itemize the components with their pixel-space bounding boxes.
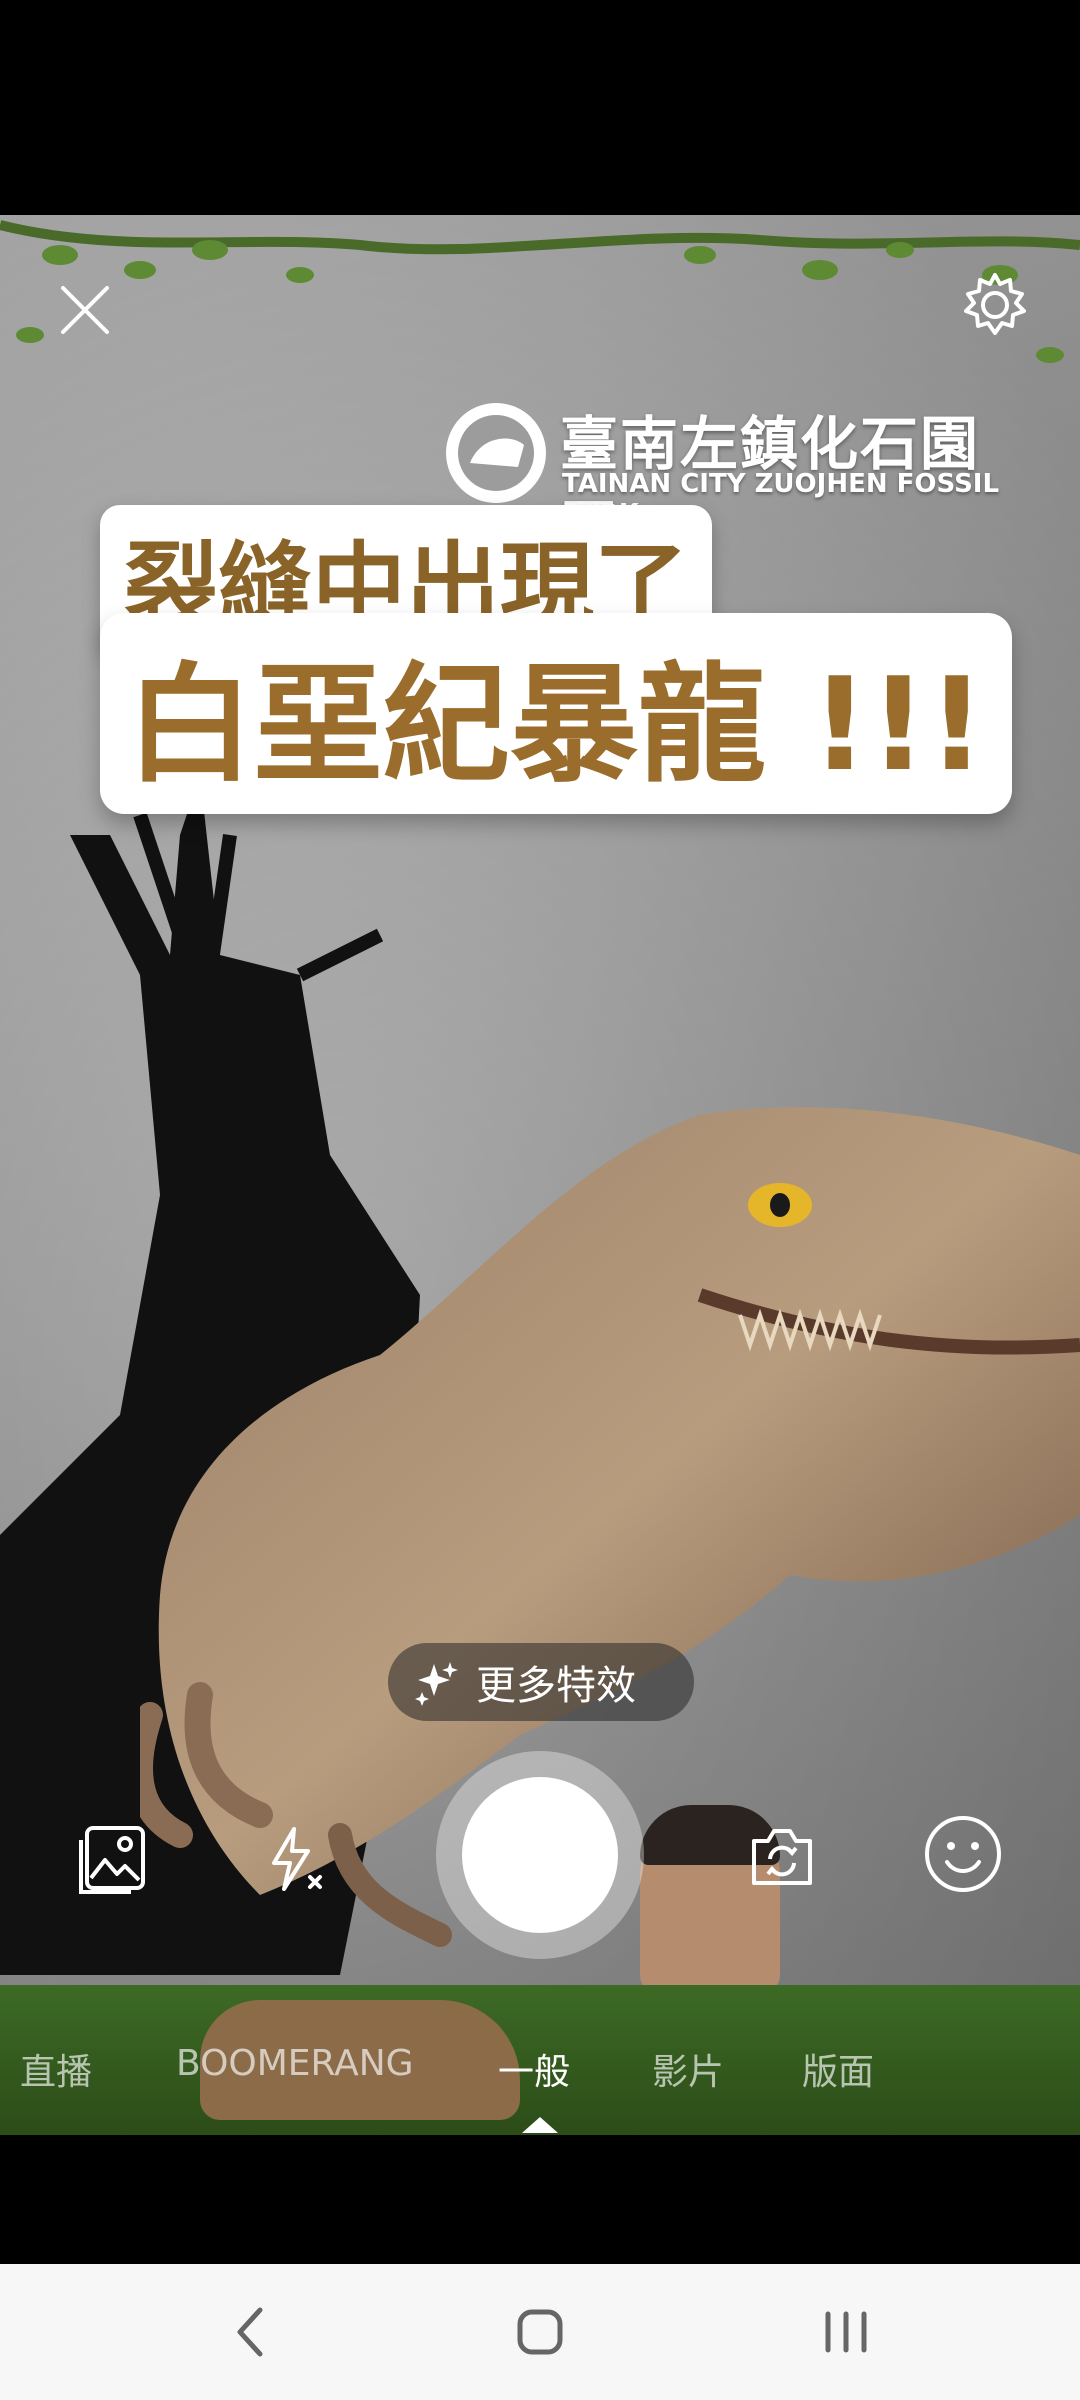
recents-icon (825, 2311, 867, 2353)
gallery-icon (79, 1826, 145, 1894)
shutter-button[interactable] (436, 1751, 644, 1959)
gallery-button[interactable] (70, 1815, 156, 1901)
back-icon (237, 2307, 263, 2357)
switch-camera-icon (752, 1829, 812, 1885)
mode-video[interactable]: 影片 (652, 2043, 724, 2095)
close-button[interactable] (50, 275, 120, 345)
more-effects-button[interactable]: 更多特效 (388, 1643, 694, 1721)
switch-camera-button[interactable] (740, 1815, 824, 1899)
nav-recents-button[interactable] (806, 2292, 886, 2372)
smiley-icon (925, 1816, 1001, 1892)
close-icon (61, 286, 109, 334)
mode-boomerang[interactable]: BOOMERANG (176, 2043, 414, 2084)
park-logo: 臺南左鎮化石園區 TAINAN CITY ZUOJHEN FOSSIL PARK (440, 397, 1000, 562)
camera-preview[interactable]: 臺南左鎮化石園區 TAINAN CITY ZUOJHEN FOSSIL PARK… (0, 215, 1080, 2135)
park-emblem-icon (446, 403, 546, 503)
sparkles-icon (415, 1662, 458, 1706)
mode-live[interactable]: 直播 (20, 2043, 92, 2095)
active-mode-indicator (522, 2117, 558, 2133)
mode-layout[interactable]: 版面 (802, 2043, 874, 2095)
flash-button[interactable] (254, 1819, 334, 1899)
headline-line2: 白堊紀暴龍 !!! (100, 613, 1012, 814)
mode-normal[interactable]: 一般 (498, 2043, 570, 2095)
flash-off-icon (272, 1827, 322, 1891)
shutter-inner (462, 1777, 618, 1933)
gear-icon (964, 273, 1026, 335)
settings-button[interactable] (955, 265, 1035, 345)
status-area (0, 0, 1080, 215)
more-effects-label: 更多特效 (476, 1663, 636, 1709)
home-icon (517, 2309, 563, 2355)
nav-back-button[interactable] (210, 2292, 290, 2372)
nav-home-button[interactable] (500, 2292, 580, 2372)
emoji-effects-button[interactable] (918, 1809, 1008, 1899)
system-navbar (0, 2264, 1080, 2400)
bottom-spacer (0, 2135, 1080, 2264)
